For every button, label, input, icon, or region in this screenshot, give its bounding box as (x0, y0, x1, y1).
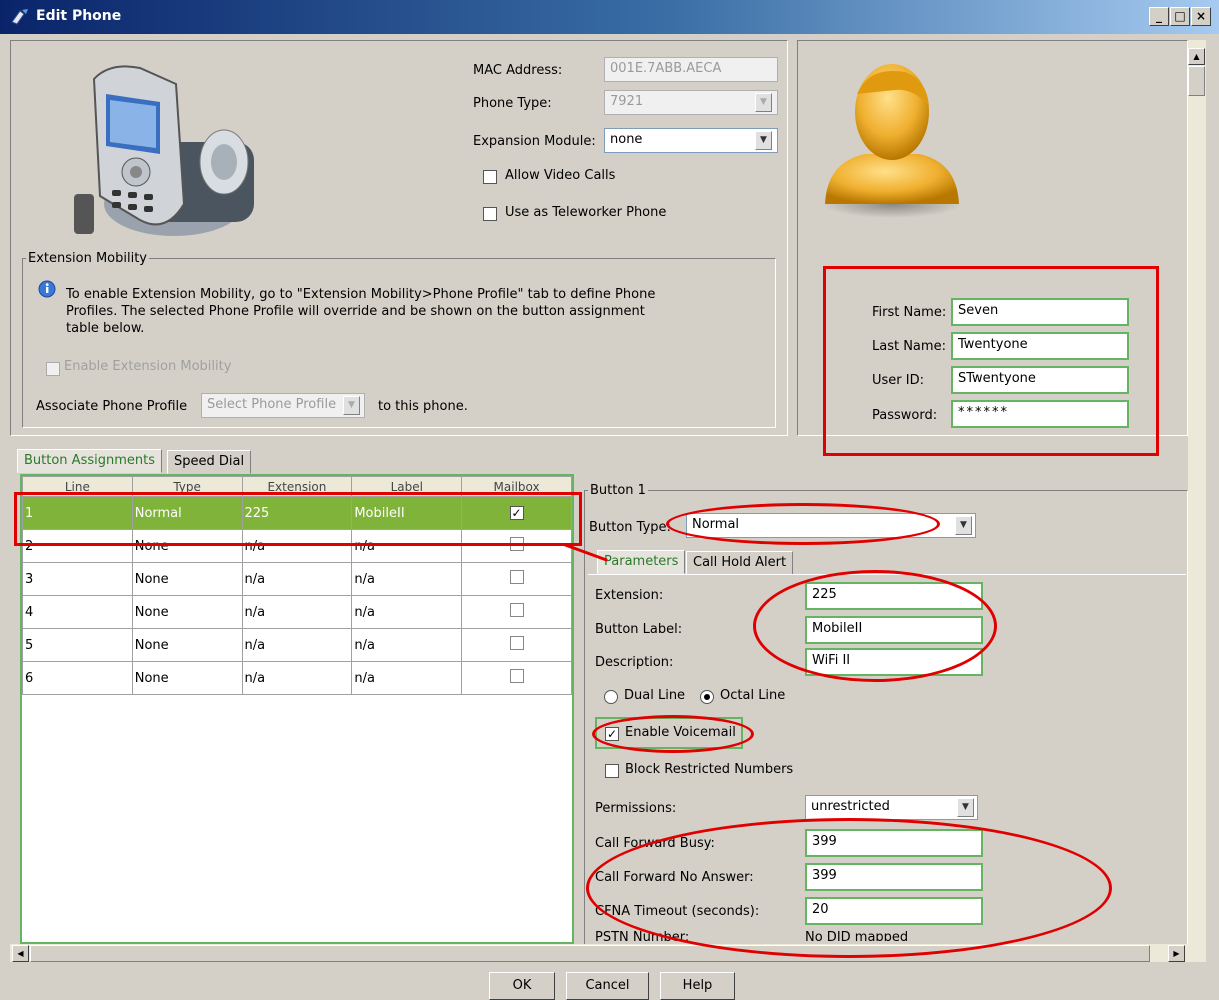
expansion-module-dropdown-icon[interactable]: ▼ (755, 131, 772, 150)
permissions-select[interactable]: unrestricted (805, 795, 978, 820)
line1-annotation-box (14, 492, 582, 546)
title-bar: Edit Phone _ □ × (0, 0, 1219, 34)
scroll-left-button[interactable]: ◀ (12, 945, 29, 962)
allow-video-label: Allow Video Calls (505, 168, 616, 183)
permissions-label: Permissions: (595, 801, 677, 816)
label-cell: n/a (351, 661, 463, 695)
description-label: Description: (595, 655, 674, 670)
associate-profile-label: Associate Phone Profile (36, 399, 188, 414)
close-button[interactable]: × (1191, 7, 1211, 26)
minimize-button[interactable]: _ (1149, 7, 1169, 26)
mailbox-cell (461, 595, 572, 629)
maximize-button[interactable]: □ (1170, 7, 1190, 26)
extension-label: Extension: (595, 588, 664, 603)
extension-mobility-legend: Extension Mobility (26, 251, 149, 266)
extension-cell: n/a (241, 562, 353, 596)
octal-line-label: Octal Line (720, 688, 786, 703)
allow-video-checkbox[interactable] (483, 170, 497, 184)
expansion-module-label: Expansion Module: (473, 134, 596, 149)
phone-type-select: 7921 (604, 90, 778, 115)
tab-speed-dial[interactable]: Speed Dial (167, 450, 252, 474)
ok-button[interactable]: OK (489, 972, 555, 1000)
mailbox-checkbox[interactable] (509, 669, 524, 683)
user-avatar-icon (822, 64, 962, 218)
phone-type-dropdown-icon: ▼ (755, 93, 772, 112)
block-restricted-checkbox[interactable] (605, 764, 619, 778)
dual-line-radio[interactable] (604, 690, 618, 704)
phone-image (74, 65, 254, 236)
phone-profile-dropdown-icon: ▼ (343, 396, 360, 415)
line-cell: 5 (22, 628, 133, 662)
table-row[interactable]: 4 None n/a n/a (22, 595, 572, 629)
phone-profile-select: Select Phone Profile (201, 393, 365, 418)
button-type-dropdown-icon[interactable]: ▼ (955, 516, 972, 535)
teleworker-label: Use as Teleworker Phone (505, 205, 667, 220)
vertical-scrollbar[interactable] (1188, 40, 1206, 962)
scroll-right-button[interactable]: ▶ (1168, 945, 1185, 962)
octal-line-radio[interactable] (700, 690, 714, 704)
line-cell: 3 (22, 562, 133, 596)
mailbox-cell (461, 562, 572, 596)
voicemail-annotation-oval (592, 715, 754, 753)
mailbox-checkbox[interactable] (509, 570, 524, 584)
type-cell: None (131, 562, 243, 596)
table-row[interactable]: 5 None n/a n/a (22, 628, 572, 662)
extension-cell: n/a (241, 595, 353, 629)
cancel-button[interactable]: Cancel (566, 972, 649, 1000)
tab-button-assignments[interactable]: Button Assignments (17, 449, 162, 473)
phone-type-label: Phone Type: (473, 96, 552, 111)
scroll-up-button[interactable]: ▲ (1188, 48, 1205, 65)
window-title: Edit Phone (36, 8, 122, 24)
tab-parameters[interactable]: Parameters (597, 550, 686, 574)
permissions-dropdown-icon[interactable]: ▼ (957, 798, 974, 817)
block-restricted-label: Block Restricted Numbers (625, 762, 794, 777)
label-cell: n/a (351, 562, 463, 596)
type-cell: None (131, 595, 243, 629)
mac-address-label: MAC Address: (473, 63, 563, 78)
info-icon (38, 280, 56, 298)
type-cell: None (131, 628, 243, 662)
mailbox-cell (461, 628, 572, 662)
line-cell: 4 (22, 595, 133, 629)
dual-line-label: Dual Line (624, 688, 686, 703)
teleworker-checkbox[interactable] (483, 207, 497, 221)
label-cell: n/a (351, 628, 463, 662)
extension-annotation-oval (753, 570, 997, 682)
call-forward-annotation-oval (586, 818, 1112, 958)
vertical-scroll-thumb[interactable] (1188, 66, 1205, 96)
mailbox-cell (461, 661, 572, 695)
mailbox-checkbox[interactable] (509, 603, 524, 617)
phone-app-icon (11, 9, 28, 25)
table-row[interactable]: 6 None n/a n/a (22, 661, 572, 695)
type-cell: None (131, 661, 243, 695)
label-cell: n/a (351, 595, 463, 629)
enable-extension-mobility-label: Enable Extension Mobility (64, 359, 232, 374)
help-button[interactable]: Help (660, 972, 735, 1000)
user-info-annotation-box (823, 266, 1159, 456)
to-this-phone-label: to this phone. (378, 399, 468, 414)
tab-call-hold-alert[interactable]: Call Hold Alert (686, 551, 794, 575)
table-row[interactable]: 3 None n/a n/a (22, 562, 572, 596)
mailbox-checkbox[interactable] (509, 636, 524, 650)
button-type-label: Button Type: (589, 520, 671, 535)
line-cell: 6 (22, 661, 133, 695)
button-settings-legend: Button 1 (588, 483, 648, 498)
expansion-module-select[interactable]: none (604, 128, 778, 153)
extension-cell: n/a (241, 628, 353, 662)
mac-address-field: 001E.7ABB.AECA (604, 57, 778, 82)
enable-extension-mobility-checkbox (46, 362, 60, 376)
button-type-annotation-oval (666, 503, 940, 545)
extension-cell: n/a (241, 661, 353, 695)
button-label-label: Button Label: (595, 622, 683, 637)
extension-mobility-info: To enable Extension Mobility, go to "Ext… (66, 287, 656, 336)
